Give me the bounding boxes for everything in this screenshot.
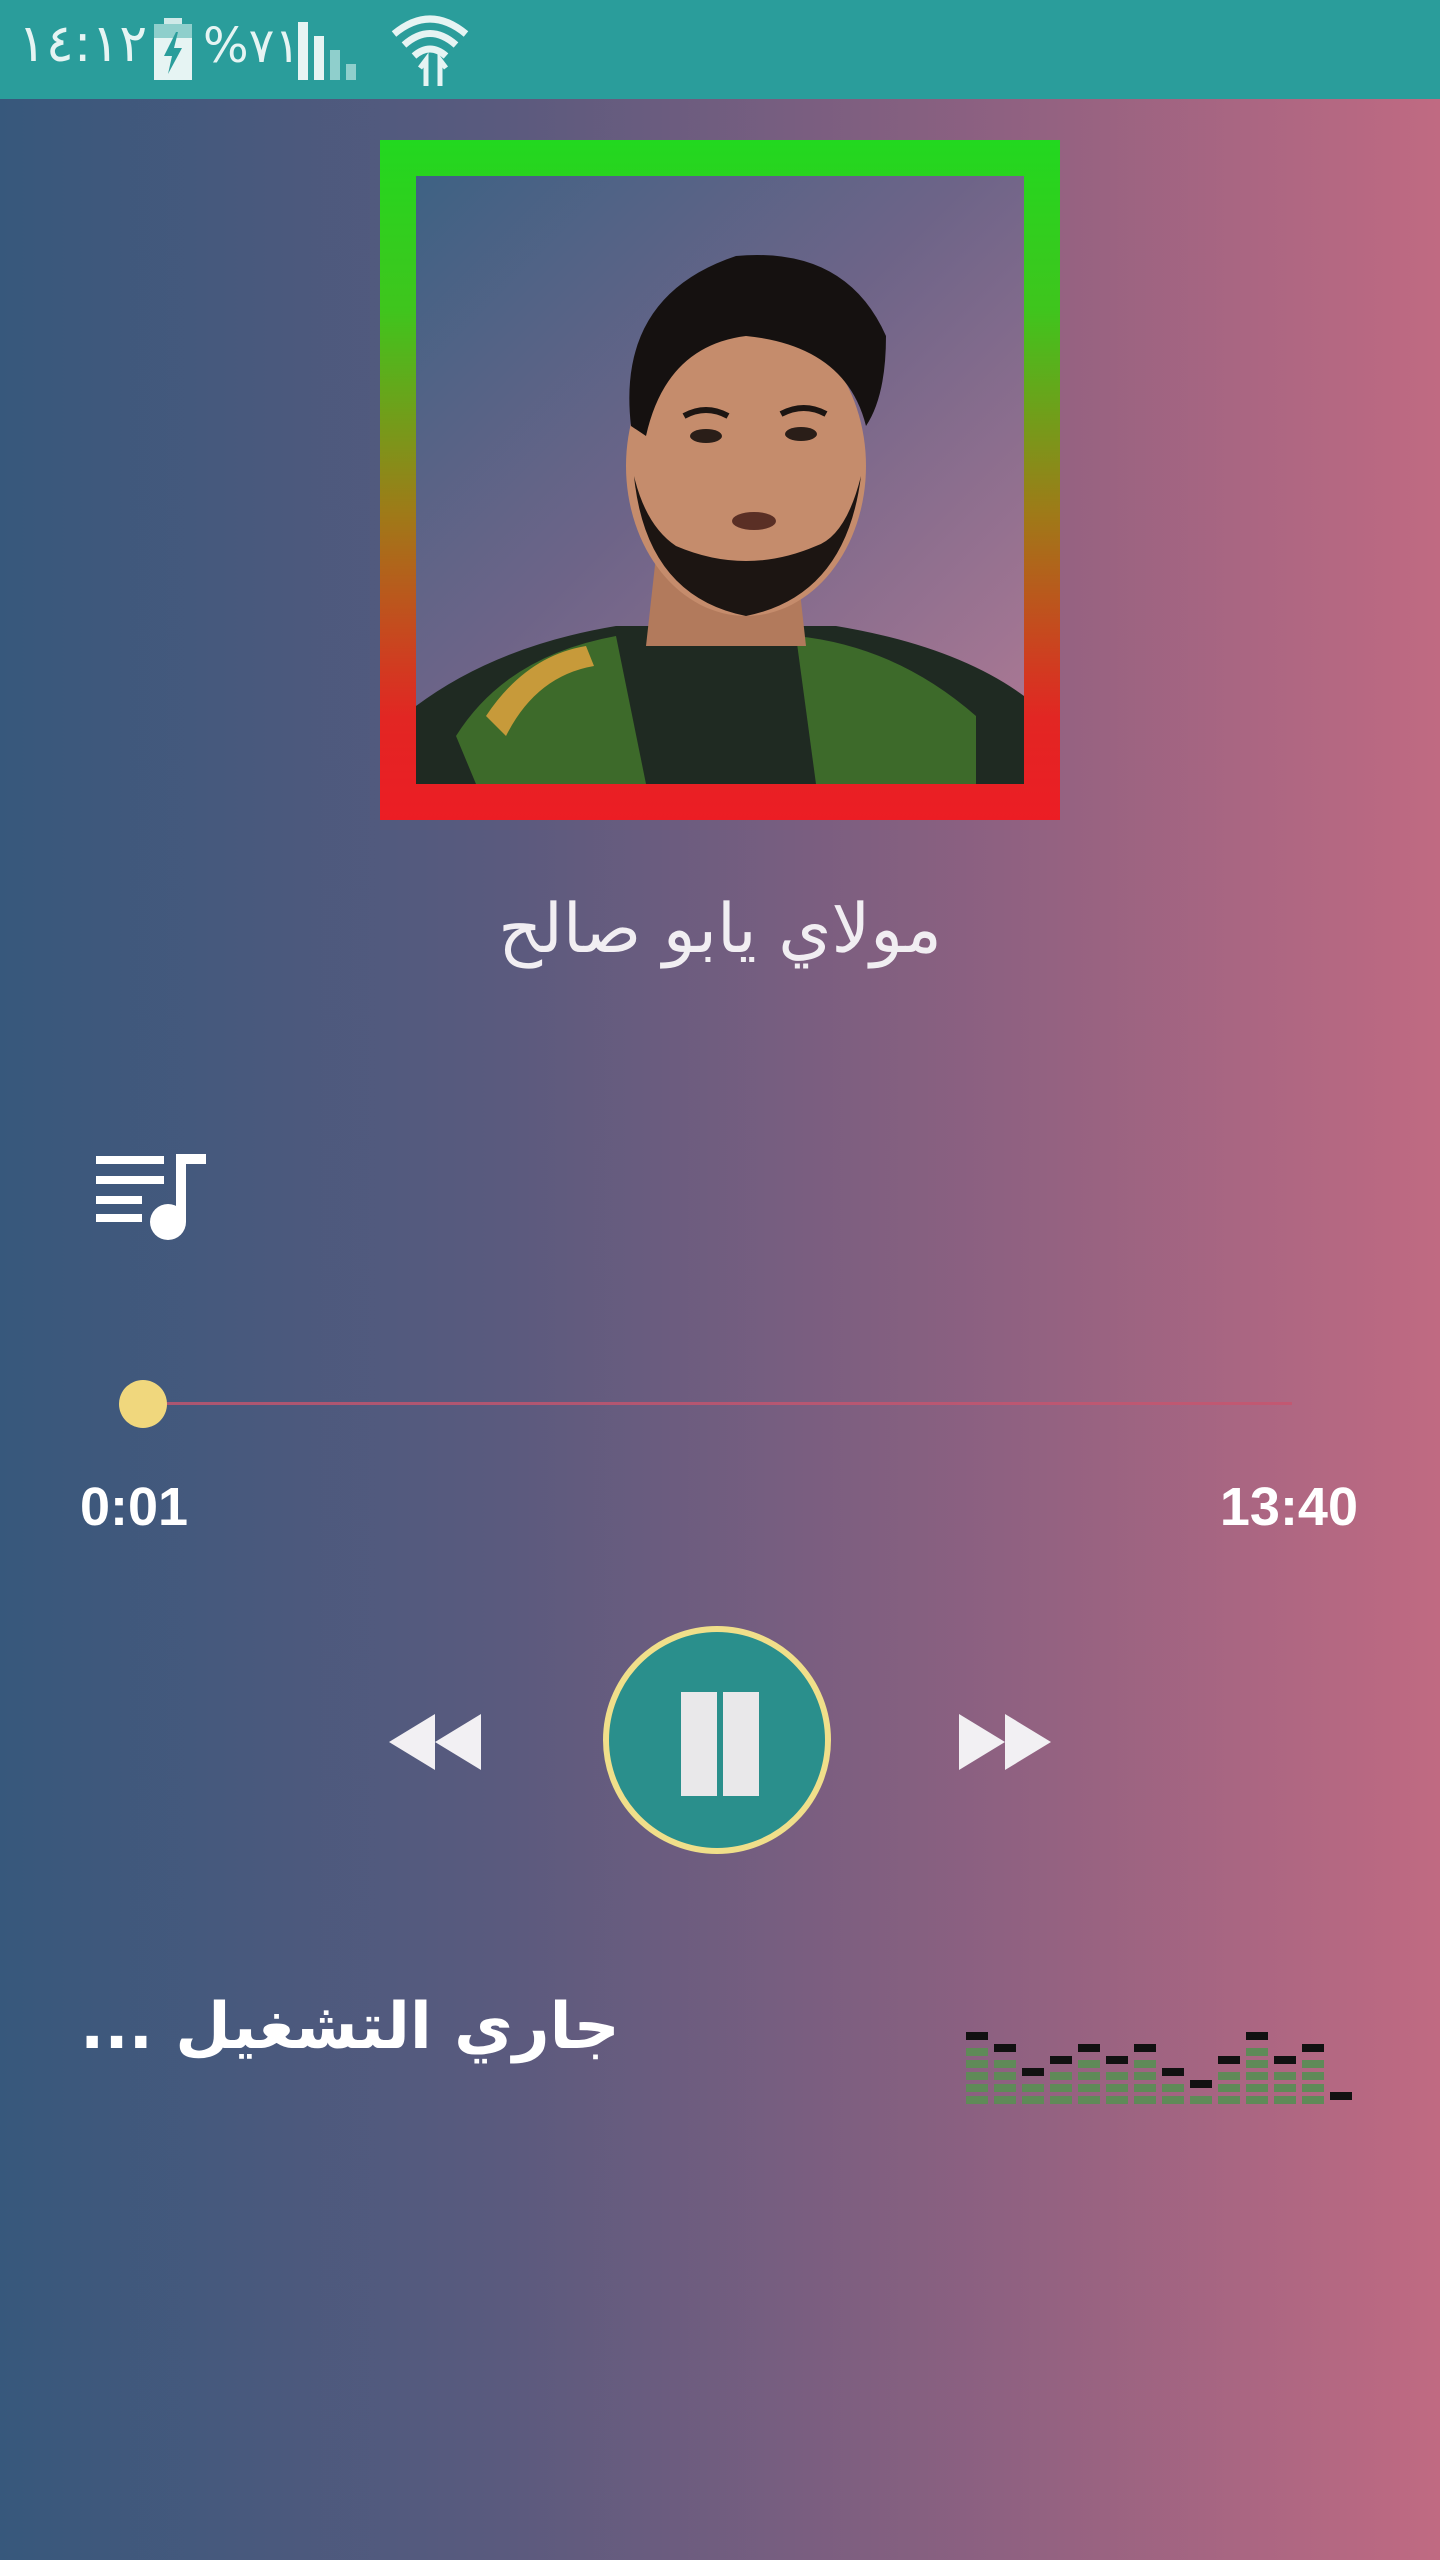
- equalizer-segment: [1218, 2072, 1240, 2080]
- equalizer-segment: [1078, 2096, 1100, 2104]
- equalizer-segment: [1274, 2072, 1296, 2080]
- equalizer-peak: [1190, 2080, 1212, 2088]
- time-total: 13:40: [1219, 1477, 1358, 1537]
- equalizer-segment: [966, 2096, 988, 2104]
- signal-icon: [298, 22, 356, 80]
- equalizer-segment: [1218, 2096, 1240, 2104]
- equalizer-peak: [1162, 2068, 1184, 2076]
- equalizer-segment: [994, 2072, 1016, 2080]
- equalizer-segment: [1246, 2096, 1268, 2104]
- equalizer-segment: [1050, 2084, 1072, 2092]
- seek-bar[interactable]: [142, 1402, 1292, 1405]
- equalizer-segment: [966, 2084, 988, 2092]
- equalizer-peak: [1330, 2092, 1352, 2100]
- equalizer-segment: [1022, 2084, 1044, 2092]
- equalizer-segment: [966, 2048, 988, 2056]
- equalizer-peak: [1302, 2044, 1324, 2052]
- equalizer-segment: [1106, 2096, 1128, 2104]
- equalizer-segment: [1078, 2072, 1100, 2080]
- equalizer-segment: [1134, 2072, 1156, 2080]
- equalizer-segment: [1302, 2084, 1324, 2092]
- album-art: [416, 176, 1024, 784]
- equalizer-segment: [1274, 2096, 1296, 2104]
- equalizer-peak: [1050, 2056, 1072, 2064]
- equalizer-peak: [1218, 2056, 1240, 2064]
- equalizer-peak: [1274, 2056, 1296, 2064]
- equalizer-segment: [1162, 2084, 1184, 2092]
- equalizer-segment: [1022, 2096, 1044, 2104]
- equalizer-peak: [1078, 2044, 1100, 2052]
- equalizer-segment: [1050, 2072, 1072, 2080]
- equalizer-segment: [994, 2060, 1016, 2068]
- pause-icon-bar: [723, 1692, 759, 1796]
- album-art-frame: [380, 140, 1060, 820]
- battery-percent: %٧١: [203, 18, 301, 74]
- rewind-icon[interactable]: [385, 1710, 485, 1774]
- equalizer-segment: [1162, 2096, 1184, 2104]
- time-current: 0:01: [80, 1477, 189, 1537]
- equalizer-segment: [1078, 2060, 1100, 2068]
- track-title: مولاي يابو صالح: [498, 890, 942, 969]
- equalizer-segment: [966, 2060, 988, 2068]
- singer-portrait: [416, 255, 1024, 784]
- equalizer-icon: [966, 2032, 1352, 2104]
- equalizer-segment: [1190, 2096, 1212, 2104]
- pause-icon: [681, 1692, 717, 1796]
- equalizer-segment: [1274, 2084, 1296, 2092]
- equalizer-segment: [1078, 2084, 1100, 2092]
- equalizer-segment: [1106, 2072, 1128, 2080]
- equalizer-segment: [994, 2096, 1016, 2104]
- equalizer-segment: [1134, 2084, 1156, 2092]
- playlist-music-icon[interactable]: [96, 1150, 212, 1240]
- battery-charging-icon: [154, 18, 192, 80]
- now-playing-label: جاري التشغيل ...: [80, 1990, 620, 2064]
- status-bar: ١٤:١٢ %٧١: [0, 0, 1440, 99]
- equalizer-peak: [1246, 2032, 1268, 2040]
- equalizer-segment: [1302, 2060, 1324, 2068]
- equalizer-segment: [1302, 2072, 1324, 2080]
- wifi-icon: [391, 15, 469, 86]
- equalizer-segment: [1134, 2096, 1156, 2104]
- equalizer-segment: [994, 2084, 1016, 2092]
- equalizer-segment: [1246, 2048, 1268, 2056]
- equalizer-segment: [1106, 2084, 1128, 2092]
- equalizer-segment: [1218, 2084, 1240, 2092]
- equalizer-peak: [1134, 2044, 1156, 2052]
- status-time: ١٤:١٢: [18, 14, 148, 74]
- seek-thumb[interactable]: [119, 1380, 167, 1428]
- fast-forward-icon[interactable]: [955, 1710, 1055, 1774]
- equalizer-segment: [1134, 2060, 1156, 2068]
- equalizer-peak: [1022, 2068, 1044, 2076]
- equalizer-segment: [1050, 2096, 1072, 2104]
- equalizer-segment: [1302, 2096, 1324, 2104]
- equalizer-peak: [966, 2032, 988, 2040]
- equalizer-peak: [994, 2044, 1016, 2052]
- equalizer-peak: [1106, 2056, 1128, 2064]
- equalizer-segment: [1246, 2060, 1268, 2068]
- pause-button[interactable]: [603, 1626, 831, 1854]
- equalizer-segment: [1246, 2072, 1268, 2080]
- equalizer-segment: [1246, 2084, 1268, 2092]
- equalizer-segment: [966, 2072, 988, 2080]
